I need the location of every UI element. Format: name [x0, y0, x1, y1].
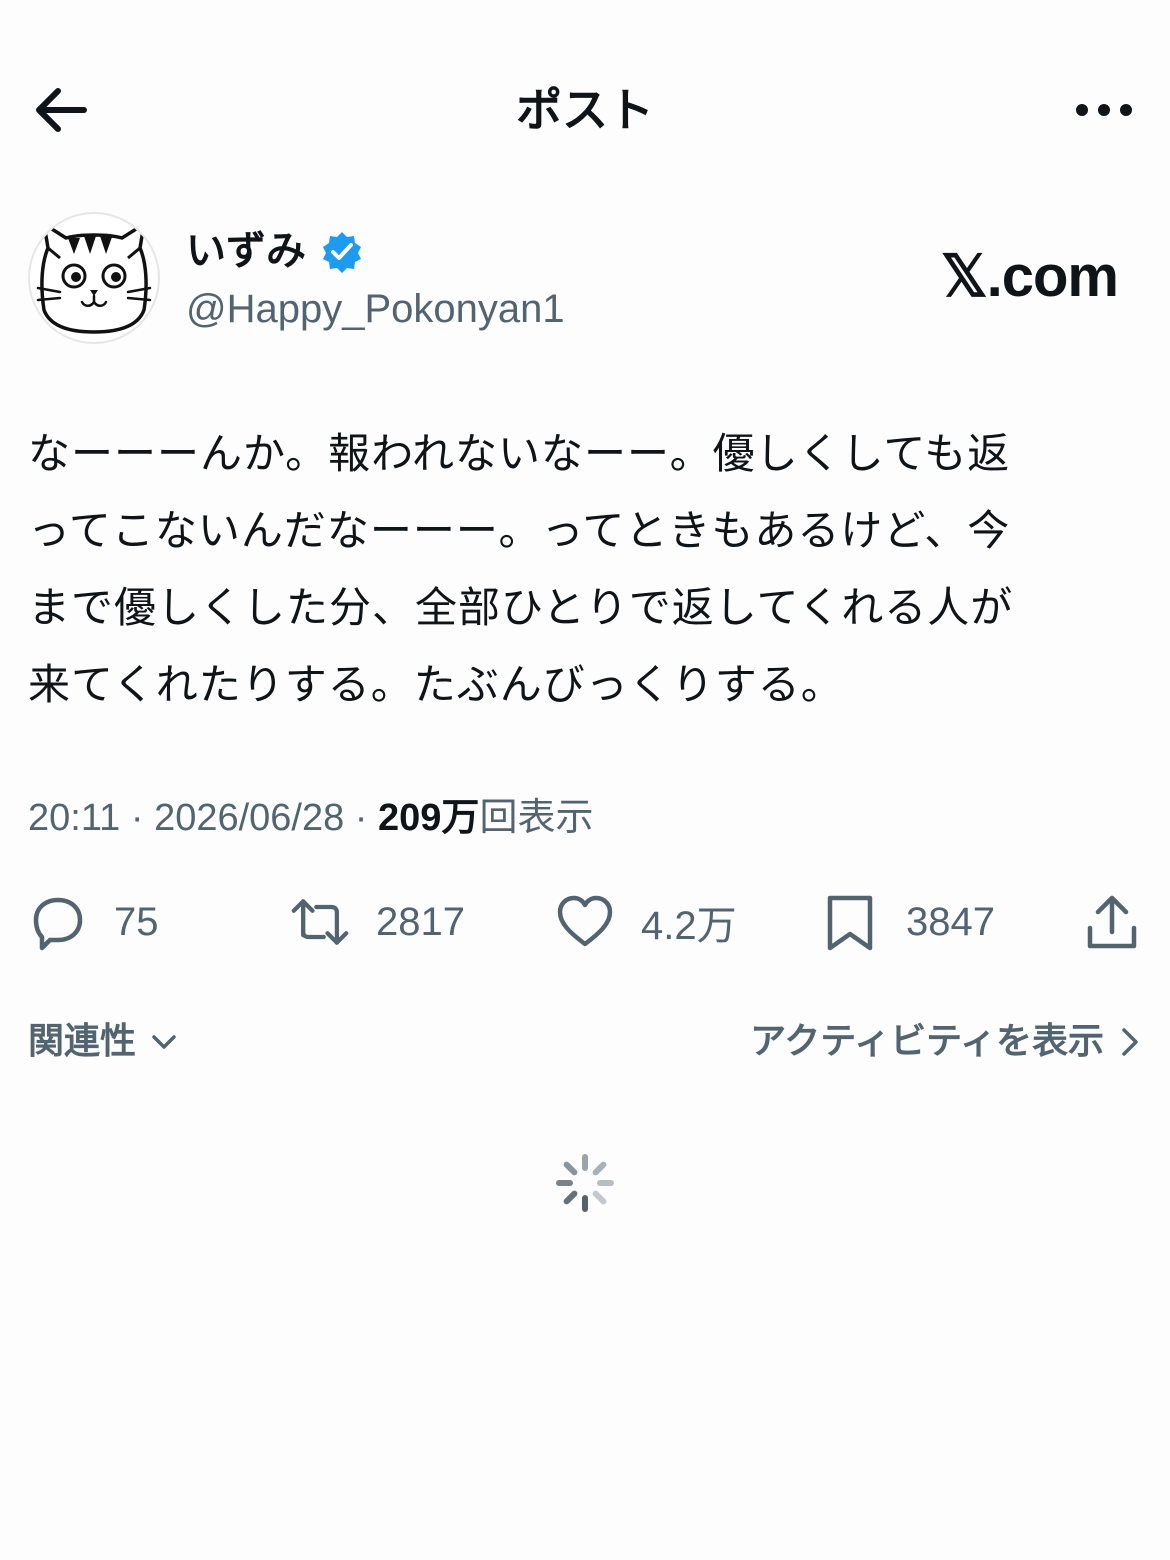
cat-avatar-icon — [36, 222, 152, 334]
chevron-right-icon — [1122, 1028, 1138, 1056]
bookmark-count: 3847 — [906, 899, 995, 944]
reply-bubble-icon — [33, 897, 83, 951]
bookmark-button[interactable]: 3847 — [820, 880, 995, 964]
activity-label: アクティビティを表示 — [750, 1021, 1104, 1062]
more-options-button[interactable] — [1074, 86, 1134, 134]
views-label: 回表示 — [479, 797, 594, 839]
share-icon — [1087, 895, 1137, 949]
x-brand-logo: 𝕏.com — [940, 244, 1119, 309]
like-button[interactable]: 4.2万 — [555, 880, 737, 964]
post-text-line: なーーーんか。報われないなーー。優しくしても返 — [28, 429, 1011, 478]
sort-relevance-dropdown[interactable]: 関連性 — [28, 1012, 180, 1072]
post-text: なーーーんか。報われないなーー。優しくしても返 ってこないんだなーーー。ってとき… — [28, 415, 1138, 723]
author-name[interactable]: いずみ — [186, 226, 306, 276]
repost-icon — [291, 899, 349, 945]
reply-count: 75 — [114, 899, 159, 944]
reply-filter-row: 関連性 アクティビティを表示 — [28, 1012, 1142, 1072]
reply-button[interactable]: 75 — [28, 880, 159, 964]
author-handle[interactable]: @Happy_Pokonyan1 — [186, 284, 565, 334]
more-horizontal-icon — [1076, 104, 1132, 116]
meta-separator: · — [344, 797, 379, 839]
post-date[interactable]: 2026/06/28 — [154, 797, 344, 839]
view-activity-link[interactable]: アクティビティを表示 — [750, 1012, 1142, 1072]
like-count: 4.2万 — [641, 904, 737, 948]
page-title: ポスト — [516, 83, 654, 137]
sort-label: 関連性 — [28, 1021, 137, 1062]
post-text-line: ってこないんだなーーー。ってときもあるけど、今 — [28, 506, 1011, 555]
repost-button[interactable]: 2817 — [290, 880, 465, 964]
post-text-line: 来てくれたりする。たぶんびっくりする。 — [28, 660, 844, 709]
bookmark-icon — [827, 895, 873, 951]
meta-separator: · — [120, 797, 155, 839]
action-bar: 75 2817 4.2万 3847 — [0, 880, 1170, 964]
post-text-line: まで優しくした分、全部ひとりで返してくれる人が — [28, 583, 1014, 632]
avatar[interactable] — [28, 212, 160, 344]
heart-icon — [557, 895, 613, 947]
share-button[interactable] — [1082, 880, 1142, 964]
post-time[interactable]: 20:11 — [28, 797, 120, 839]
top-bar: ポスト — [0, 60, 1170, 160]
chevron-down-icon — [152, 1035, 176, 1049]
verified-badge-icon — [320, 230, 364, 274]
repost-count: 2817 — [376, 899, 465, 944]
post-meta: 20:11 · 2026/06/28 · 209万回表示 — [28, 790, 593, 846]
loading-spinner-icon — [555, 1153, 615, 1213]
author-header: いずみ @Happy_Pokonyan1 𝕏.com — [28, 212, 1142, 346]
views-count[interactable]: 209万 — [378, 797, 479, 839]
